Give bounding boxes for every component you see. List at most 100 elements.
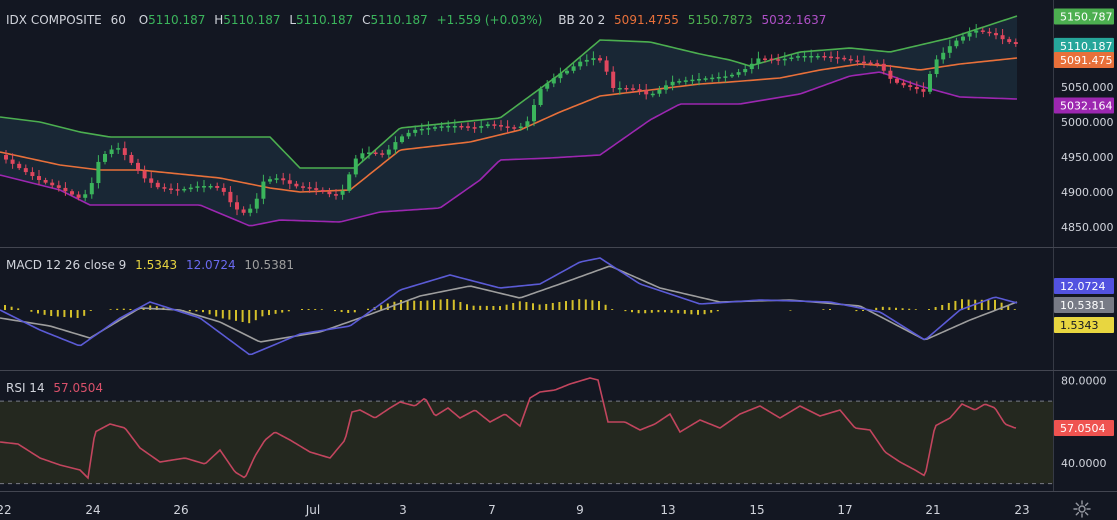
main-legend: IDX COMPOSITE 60 O5110.187 H5110.187 L51… <box>6 13 831 27</box>
macd-hist-bar <box>710 310 713 313</box>
macd-hist-bar <box>578 299 581 310</box>
interval-label[interactable]: 60 <box>111 13 126 27</box>
candle-body <box>888 70 893 79</box>
candle-body <box>782 58 787 61</box>
macd-hist-bar <box>947 302 950 310</box>
macd-hist-bar <box>822 309 825 310</box>
price-tick-label: 4950.000 <box>1061 151 1114 164</box>
macd-hist-bar <box>83 310 86 316</box>
macd-hist-bar <box>855 310 858 312</box>
macd-hist-bar <box>188 310 191 312</box>
candle-body <box>294 183 299 187</box>
macd-hist-bar <box>334 310 336 312</box>
macd-hist-bar <box>30 310 33 312</box>
macd-hist-bar <box>538 304 541 310</box>
price-axis <box>1053 0 1117 520</box>
candle-body <box>842 57 847 60</box>
candle-body <box>670 81 675 86</box>
candle-body <box>974 30 979 33</box>
macd-hist-bar <box>987 299 990 310</box>
badge-text: 57.0504 <box>1060 422 1106 435</box>
candle-body <box>254 198 259 209</box>
candle-body <box>796 56 800 58</box>
macd-hist-bar <box>10 306 13 310</box>
macd-hist-bar <box>446 299 449 310</box>
rsi-label[interactable]: RSI 14 <box>6 381 45 395</box>
candle-body <box>578 61 583 67</box>
candle-body <box>710 77 715 80</box>
macd-label[interactable]: MACD 12 26 close 9 <box>6 258 126 272</box>
macd-hist-bar <box>895 307 897 310</box>
macd-hist-bar <box>928 309 930 310</box>
macd-hist-bar <box>314 309 317 310</box>
candle-body <box>459 126 464 128</box>
macd-hist-bar <box>70 310 72 318</box>
candle-body <box>571 66 576 71</box>
macd-hist-bar <box>492 305 495 310</box>
macd-hist-bar <box>287 310 290 312</box>
candle-body <box>76 194 81 198</box>
candle-body <box>215 186 220 188</box>
candle-body <box>56 185 61 188</box>
candle-body <box>268 179 272 182</box>
candle-body <box>1000 35 1005 40</box>
candle-body <box>426 128 431 130</box>
candle-body <box>248 208 253 213</box>
gear-icon[interactable] <box>1072 499 1092 519</box>
candle-body <box>584 59 589 62</box>
candle-body <box>228 191 233 203</box>
time-tick-label: Jul <box>305 503 320 517</box>
bb-upper-value: 5150.7873 <box>687 13 753 27</box>
macd-hist-bar <box>664 310 666 313</box>
macd-hist-bar <box>829 308 831 310</box>
macd-hist-bar <box>954 300 957 310</box>
candle-body <box>532 105 536 122</box>
price-tick-label: 4850.000 <box>1061 221 1114 234</box>
macd-hist-bar <box>281 310 284 313</box>
candle-body <box>703 78 708 80</box>
macd-line-badge: 12.0724 <box>1054 278 1114 294</box>
candle-body <box>96 161 101 184</box>
high-label: H <box>214 13 224 27</box>
candle-body <box>921 89 926 92</box>
macd-hist-bar <box>413 300 416 310</box>
candle-body <box>591 58 596 60</box>
candle-body <box>439 126 444 128</box>
macd-signal-badge: 10.5381 <box>1054 297 1114 313</box>
candle-body <box>677 81 682 83</box>
candle-body <box>538 88 543 105</box>
candle-body <box>43 180 48 183</box>
candle-body <box>1013 42 1018 44</box>
macd-hist-bar <box>347 310 350 313</box>
candle-body <box>835 57 840 59</box>
macd-hist-bar <box>644 310 647 314</box>
candle-body <box>776 59 781 61</box>
bb-basis-value: 5091.4755 <box>614 13 679 27</box>
macd-hist-bar <box>301 309 303 310</box>
candle-body <box>472 127 477 129</box>
macd-line-value: 12.0724 <box>185 258 236 272</box>
candle-body <box>235 202 239 210</box>
candle-body <box>466 126 470 128</box>
candle-body <box>617 88 622 90</box>
macd-hist-bar <box>466 304 468 310</box>
time-tick-label: 21 <box>925 503 940 517</box>
badge-text: 1.5343 <box>1060 319 1099 332</box>
chart-window[interactable]: 4850.000 4900.000 4950.000 5000.000 5050.000… <box>0 0 1117 520</box>
candle-body <box>221 187 226 192</box>
macd-hist-bar <box>875 307 878 310</box>
candle-body <box>868 62 873 64</box>
macd-hist-bar <box>248 310 251 324</box>
macd-hist-bar <box>221 310 224 319</box>
badge-text: 5032.164 <box>1060 99 1113 112</box>
symbol-name[interactable]: IDX COMPOSITE <box>6 13 102 27</box>
candle-body <box>848 59 853 61</box>
candle-body <box>683 80 688 82</box>
macd-hist-bar <box>367 308 369 310</box>
bb-label[interactable]: BB 20 2 <box>558 13 605 27</box>
macd-hist-bar <box>565 301 567 310</box>
candle-body <box>380 153 385 155</box>
candle-body <box>116 148 121 150</box>
candle-body <box>749 63 754 70</box>
candle-body <box>802 56 807 58</box>
